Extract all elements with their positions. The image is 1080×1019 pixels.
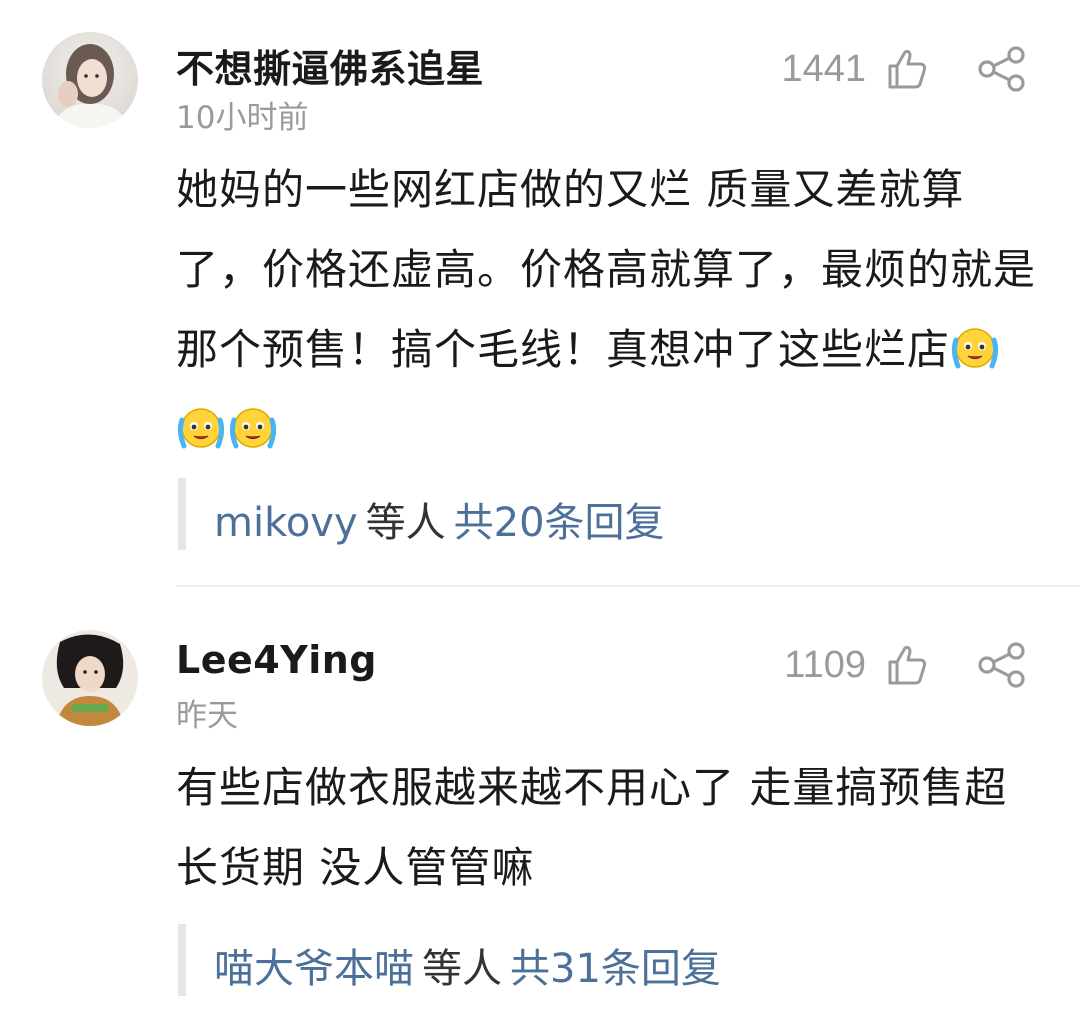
thumbs-up-icon[interactable] xyxy=(884,46,930,92)
divider xyxy=(176,585,1080,587)
comment-text-content: 有些店做衣服越来越不用心了 走量搞预售超长货期 没人管管嘛 xyxy=(176,763,1008,892)
view-replies-link[interactable]: 共20条回复 xyxy=(454,500,665,546)
like-count: 1109 xyxy=(784,644,866,686)
share-icon[interactable] xyxy=(976,46,1028,92)
reply-mid-text: 等人 xyxy=(365,500,446,546)
username[interactable]: Lee4Ying xyxy=(176,638,377,682)
crying-emoji-icon xyxy=(177,408,225,449)
share-icon[interactable] xyxy=(976,642,1028,688)
like-count: 1441 xyxy=(781,48,866,90)
thumbs-up-icon[interactable] xyxy=(884,642,930,688)
crying-emoji-icon xyxy=(229,408,277,449)
timestamp: 昨天 xyxy=(176,698,238,734)
reply-summary[interactable]: 喵大爷本喵 等人 共31条回复 xyxy=(214,936,721,994)
comment-text: 她妈的一些网红店做的又烂 质量又差就算了，价格还虚高。价格高就算了，最烦的就是那… xyxy=(176,150,1046,470)
comment-text: 有些店做衣服越来越不用心了 走量搞预售超长货期 没人管管嘛 xyxy=(176,748,1046,908)
reply-summary[interactable]: mikovy 等人 共20条回复 xyxy=(214,490,665,548)
reply-users[interactable]: 喵大爷本喵 xyxy=(214,946,414,992)
comment-text-content: 她妈的一些网红店做的又烂 质量又差就算了，价格还虚高。价格高就算了，最烦的就是那… xyxy=(176,165,1037,374)
timestamp: 10小时前 xyxy=(176,100,309,136)
avatar[interactable] xyxy=(42,630,138,726)
reply-mid-text: 等人 xyxy=(422,946,502,992)
avatar[interactable] xyxy=(42,32,138,128)
username[interactable]: 不想撕逼佛系追星 xyxy=(176,38,484,93)
reply-bar xyxy=(178,478,186,550)
view-replies-link[interactable]: 共31条回复 xyxy=(510,946,721,992)
reply-users[interactable]: mikovy xyxy=(214,500,358,546)
crying-emoji-icon xyxy=(951,328,999,369)
reply-bar xyxy=(178,924,186,996)
